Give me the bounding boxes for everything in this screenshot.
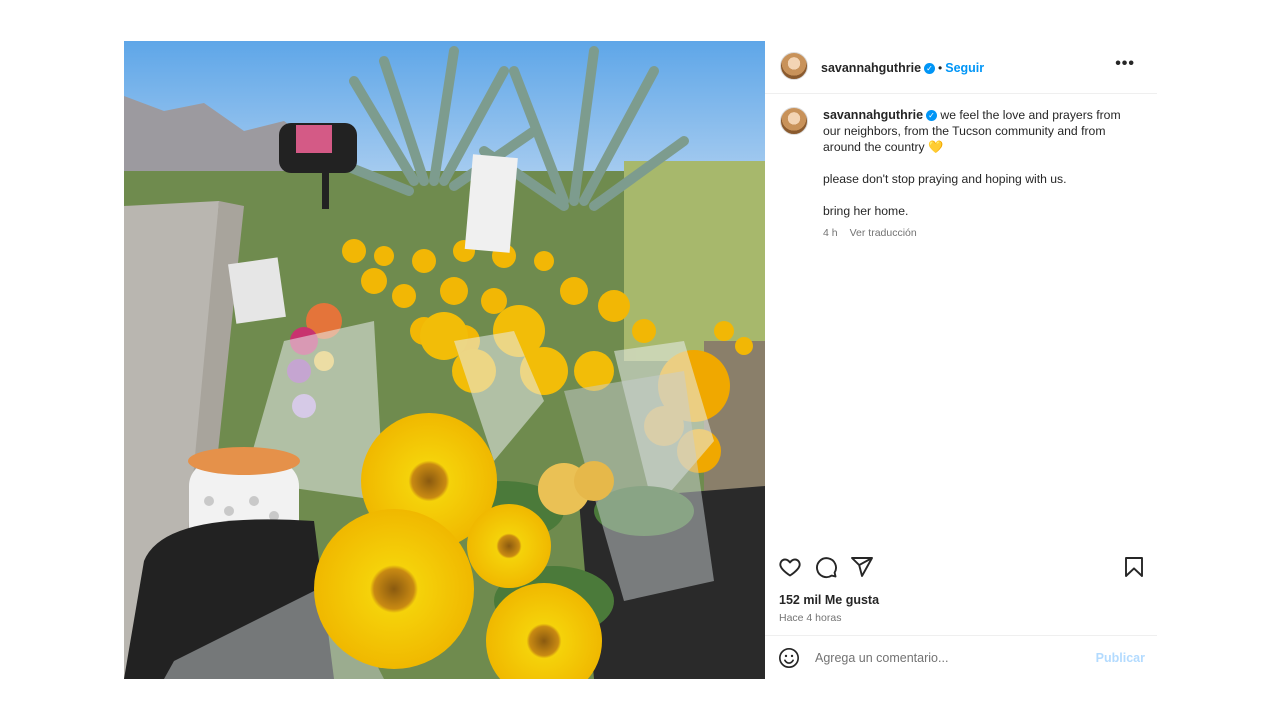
post-timestamp[interactable]: Hace 4 horas	[779, 612, 841, 624]
post-caption: savannahguthrie ✓ we feel the love and pr…	[823, 107, 1133, 219]
memorial-flowers-image	[124, 41, 765, 679]
comment-icon[interactable]	[814, 555, 838, 579]
bookmark-icon[interactable]	[1122, 555, 1146, 579]
caption-text-2: please don't stop praying and hoping wit…	[823, 172, 1067, 186]
header-username[interactable]: savannahguthrie	[821, 61, 921, 75]
comment-bar: Publicar	[765, 637, 1157, 679]
header-author-line: savannahguthrie ✓ • Seguir	[821, 59, 984, 77]
see-translation-link[interactable]: Ver traducción	[850, 227, 917, 239]
emoji-icon[interactable]	[778, 647, 800, 669]
verified-badge-icon: ✓	[926, 110, 938, 121]
share-icon[interactable]	[850, 555, 874, 579]
action-bar	[765, 549, 1157, 585]
post-side-panel: savannahguthrie ✓ • Seguir ••• savannahguth…	[765, 41, 1157, 679]
verified-badge-icon: ✓	[924, 63, 936, 74]
caption-text-3: bring her home.	[823, 204, 909, 218]
more-options-icon[interactable]: •••	[1115, 55, 1135, 73]
author-avatar[interactable]	[780, 52, 808, 80]
caption-age: 4 h	[823, 227, 838, 239]
separator-dot: •	[938, 61, 943, 75]
likes-count[interactable]: 152 mil Me gusta	[779, 593, 879, 607]
comment-input[interactable]	[815, 648, 1075, 668]
caption-author-avatar[interactable]	[780, 107, 808, 135]
comment-divider	[765, 635, 1157, 636]
instagram-post: savannahguthrie ✓ • Seguir ••• savannahguth…	[124, 41, 1157, 679]
post-header: savannahguthrie ✓ • Seguir •••	[765, 41, 1157, 94]
publish-button[interactable]: Publicar	[1096, 651, 1145, 665]
post-photo[interactable]	[124, 41, 765, 679]
caption-username[interactable]: savannahguthrie	[823, 108, 923, 122]
follow-button[interactable]: Seguir	[945, 61, 984, 75]
caption-meta: 4 h Ver traducción	[823, 227, 917, 239]
heart-icon[interactable]	[778, 555, 802, 579]
